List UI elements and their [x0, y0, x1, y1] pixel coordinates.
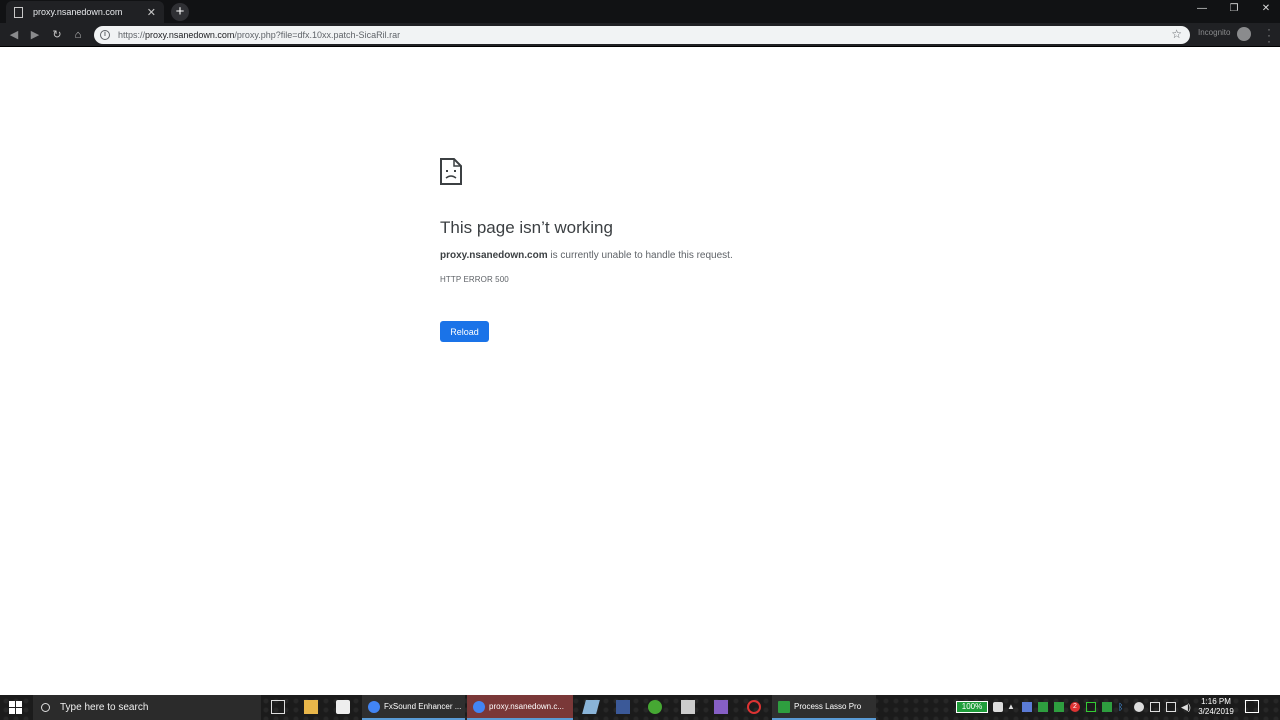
taskbar: Type here to search FxSound Enhancer ...… — [0, 695, 1280, 720]
address-bar[interactable]: i https://proxy.nsanedown.com/proxy.php?… — [94, 26, 1190, 44]
video-editor-icon[interactable] — [681, 700, 695, 714]
battery-indicator[interactable]: 100% — [956, 701, 988, 713]
taskbar-clock[interactable]: 1:16 PM 3/24/2019 — [1194, 697, 1238, 717]
restore-button[interactable]: ❐ — [1218, 0, 1250, 20]
tab-title: proxy.nsanedown.com — [33, 7, 123, 17]
bookmark-star-icon[interactable]: ☆ — [1171, 27, 1182, 41]
chrome-icon — [473, 700, 485, 713]
windows-start-icon[interactable] — [9, 701, 22, 714]
onedrive-icon[interactable] — [1134, 702, 1144, 712]
page-icon — [14, 6, 23, 18]
home-icon[interactable]: ⌂ — [70, 27, 86, 43]
pen-app-icon[interactable] — [582, 700, 600, 714]
tray-green-icon[interactable] — [1038, 702, 1048, 712]
close-window-button[interactable]: ✕ — [1250, 0, 1280, 20]
browser-tab[interactable]: proxy.nsanedown.com ✕ — [6, 1, 164, 23]
back-arrow-icon[interactable]: ◀ — [6, 27, 22, 43]
utorrent-icon[interactable] — [648, 700, 662, 714]
tray-app-icon[interactable] — [1022, 702, 1032, 712]
taskbar-app-process-lasso[interactable]: Process Lasso Pro — [772, 695, 876, 720]
tray-device-icon[interactable] — [1150, 702, 1160, 712]
fxsound-icon[interactable] — [747, 700, 761, 714]
tray-chevron-icon[interactable]: ▲ — [1007, 702, 1017, 712]
taskbar-app-fxsound[interactable]: FxSound Enhancer ... — [362, 695, 465, 720]
sad-page-icon — [440, 158, 462, 185]
info-icon[interactable]: i — [100, 30, 110, 40]
tab-strip: proxy.nsanedown.com ✕ + — ❐ ✕ — [0, 0, 1280, 23]
tray-process-lasso-icon[interactable] — [1054, 702, 1064, 712]
incognito-label: Incognito — [1198, 28, 1231, 37]
file-explorer-icon[interactable] — [304, 700, 318, 714]
task-view-icon[interactable] — [271, 700, 285, 714]
minimize-button[interactable]: — — [1186, 0, 1218, 20]
bluetooth-icon[interactable]: ᛒ — [1118, 702, 1128, 712]
notification-badge-icon[interactable]: 2 — [1070, 702, 1080, 712]
incognito-icon[interactable] — [1237, 27, 1251, 41]
taskbar-app-proxy[interactable]: proxy.nsanedown.c... — [467, 695, 573, 720]
chrome-icon — [368, 700, 380, 713]
forward-arrow-icon[interactable]: ▶ — [27, 27, 43, 43]
usb-icon[interactable] — [993, 702, 1003, 712]
error-code: HTTP ERROR 500 — [440, 275, 509, 284]
store-icon[interactable] — [336, 700, 350, 714]
tray-utorrent-icon[interactable] — [1102, 702, 1112, 712]
reload-button[interactable]: Reload — [440, 321, 489, 342]
network-icon[interactable] — [1166, 702, 1176, 712]
visual-studio-icon[interactable] — [714, 700, 728, 714]
tray-check-icon[interactable] — [1086, 702, 1096, 712]
reload-icon[interactable]: ↻ — [49, 27, 65, 43]
menu-dots-icon[interactable]: · · · — [1266, 23, 1272, 47]
facebook-icon[interactable] — [616, 700, 630, 714]
search-icon — [41, 703, 50, 712]
error-title: This page isn’t working — [440, 218, 613, 237]
volume-icon[interactable]: ◀) — [1181, 702, 1191, 712]
action-center-icon[interactable] — [1245, 700, 1259, 713]
taskbar-search[interactable]: Type here to search — [33, 695, 261, 720]
process-lasso-icon — [778, 700, 790, 713]
tab-close-icon[interactable]: ✕ — [147, 6, 156, 19]
url-text[interactable]: https://proxy.nsanedown.com/proxy.php?fi… — [118, 30, 400, 40]
error-message: proxy.nsanedown.com is currently unable … — [440, 250, 733, 261]
new-tab-button[interactable]: + — [171, 3, 189, 21]
browser-toolbar: ◀ ▶ ↻ ⌂ i https://proxy.nsanedown.com/pr… — [0, 23, 1280, 47]
